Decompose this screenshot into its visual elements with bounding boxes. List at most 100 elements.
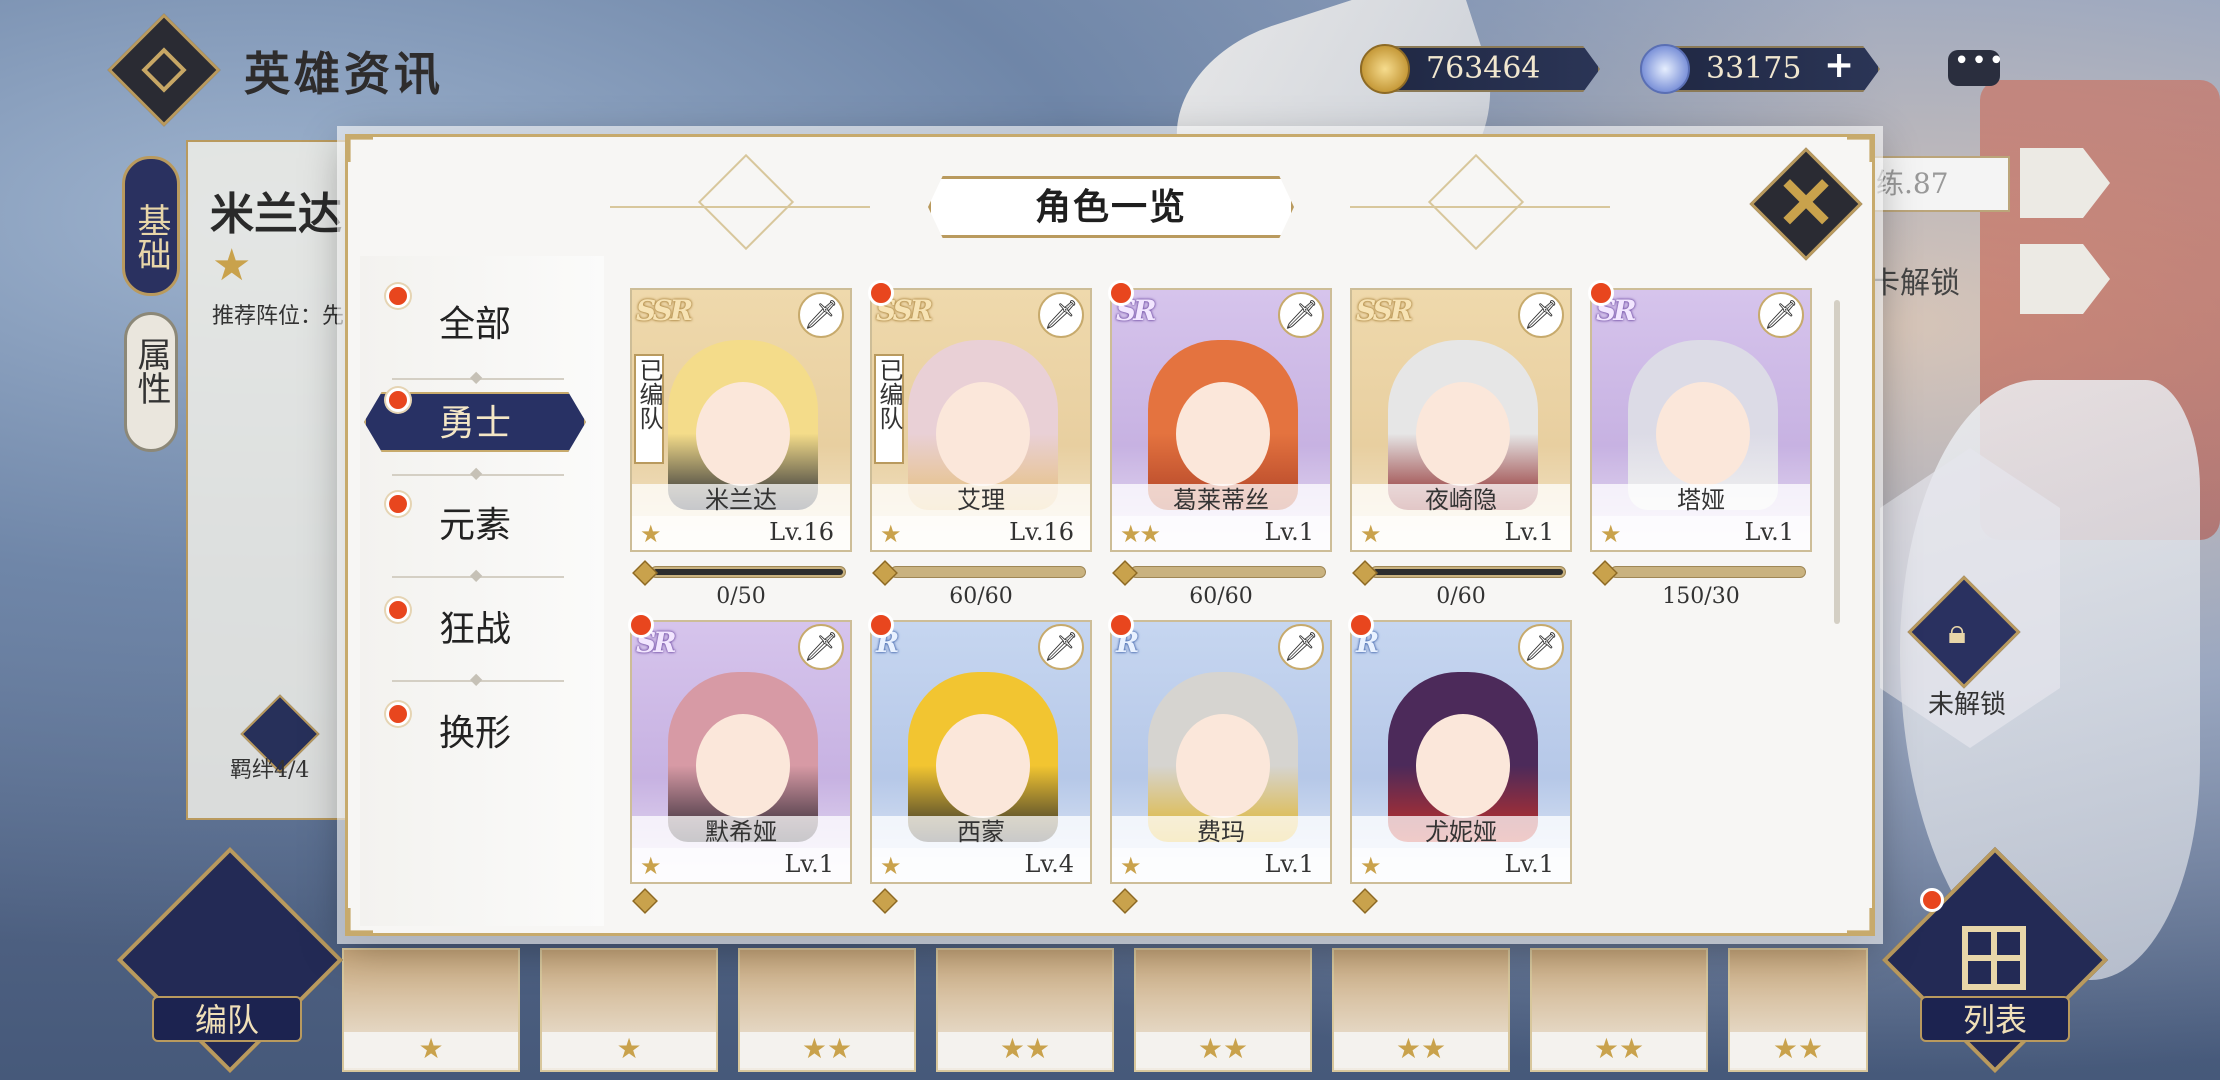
- progress-track: [1370, 566, 1566, 578]
- shard-progress-bar: [632, 560, 850, 586]
- hero-card[interactable]: SR 🗡︎ 葛莱蒂丝 ★★ Lv.1: [1110, 288, 1332, 552]
- hero-name-label: 艾理: [872, 484, 1090, 516]
- hero-field: 练.87: [1860, 156, 2010, 212]
- shard-progress-bar: [872, 560, 1090, 586]
- star-rating: ★: [640, 520, 661, 548]
- unlock-label: 卡解锁: [1870, 266, 1960, 301]
- scrollbar[interactable]: [1834, 300, 1840, 624]
- hero-level: Lv.1: [1504, 850, 1554, 878]
- progress-track: [1130, 566, 1326, 578]
- hero-face: [1416, 714, 1510, 818]
- filter-divider: [392, 565, 564, 584]
- close-icon[interactable]: ✕: [1770, 158, 1842, 248]
- hero-level: Lv.16: [1009, 518, 1074, 546]
- add-gems-button[interactable]: +: [1824, 44, 1854, 86]
- hero-level: Lv.1: [1264, 518, 1314, 546]
- hero-strip-card[interactable]: ★★: [1134, 948, 1312, 1072]
- hero-face: [1176, 714, 1270, 818]
- hero-name: 米兰达: [210, 189, 342, 240]
- notification-dot: [386, 598, 410, 622]
- shard-count: 150/30: [1662, 584, 1740, 609]
- hero-strip-card[interactable]: ★: [540, 948, 718, 1072]
- chat-icon[interactable]: [1948, 46, 2006, 86]
- hero-level-bar: ★ Lv.4: [872, 848, 1090, 882]
- hero-face: [1656, 382, 1750, 486]
- hero-level: Lv.4: [1024, 850, 1074, 878]
- hero-level: Lv.1: [1744, 518, 1794, 546]
- progress-track: [650, 566, 846, 578]
- team-button-label[interactable]: 编队: [152, 996, 302, 1042]
- in-team-tag: 已编队: [634, 354, 664, 464]
- page-title: 英雄资讯: [244, 47, 444, 101]
- bond-counter: 羁绊4/4: [230, 758, 310, 783]
- hero-card[interactable]: SR 🗡︎ 默希娅 ★ Lv.1: [630, 620, 852, 884]
- filter-sidebar: [360, 256, 604, 926]
- hero-name-label: 费玛: [1112, 816, 1330, 848]
- star-rating: ★: [1360, 520, 1381, 548]
- hero-card[interactable]: SSR 🗡︎ 已编队 艾理 ★ Lv.16: [870, 288, 1092, 552]
- hero-face: [1176, 382, 1270, 486]
- lock-icon: 🔒︎: [1948, 612, 1967, 652]
- hero-card[interactable]: SSR 🗡︎ 已编队 米兰达 ★ Lv.16: [630, 288, 852, 552]
- star-rating: ★: [1120, 852, 1141, 880]
- filter-divider: [392, 367, 564, 386]
- hero-level: Lv.16: [769, 518, 834, 546]
- list-button-label[interactable]: 列表: [1920, 996, 2070, 1042]
- hero-level-bar: ★ Lv.1: [1352, 516, 1570, 550]
- shard-progress-bar: [1112, 560, 1330, 586]
- modal-title: 角色一览: [928, 176, 1294, 238]
- hero-level-bar: ★ Lv.1: [1112, 848, 1330, 882]
- star-rating: ★: [1600, 520, 1621, 548]
- shard-count: 60/60: [1189, 584, 1253, 609]
- sword-class-icon: 🗡︎: [1758, 292, 1804, 338]
- notification-dot: [386, 702, 410, 726]
- hero-strip-card[interactable]: ★★: [936, 948, 1114, 1072]
- tab-basic[interactable]: 基础: [122, 156, 180, 296]
- star-rating: ★: [880, 852, 901, 880]
- progress-track: [1610, 566, 1806, 578]
- hero-card[interactable]: SSR 🗡︎ 夜崎隐 ★ Lv.1: [1350, 288, 1572, 552]
- star-rating: ★: [640, 852, 661, 880]
- gold-coin-icon: [1360, 44, 1410, 94]
- hero-name-label: 米兰达: [632, 484, 850, 516]
- gem-icon: [1640, 44, 1690, 94]
- hero-card[interactable]: R 🗡︎ 尤妮娅 ★ Lv.1: [1350, 620, 1572, 884]
- in-team-tag: 已编队: [874, 354, 904, 464]
- hero-face: [1416, 382, 1510, 486]
- hero-strip-card[interactable]: ★★: [738, 948, 916, 1072]
- hero-name-label: 塔娅: [1592, 484, 1810, 516]
- hero-card[interactable]: R 🗡︎ 西蒙 ★ Lv.4: [870, 620, 1092, 884]
- hero-level-bar: ★ Lv.16: [872, 516, 1090, 550]
- hero-level: Lv.1: [1504, 518, 1554, 546]
- hero-star-icon: ★: [212, 240, 252, 291]
- notification-dot: [1920, 888, 1944, 912]
- notification-dot: [868, 612, 894, 638]
- hero-level-bar: ★ Lv.1: [1352, 848, 1570, 882]
- hero-face: [936, 714, 1030, 818]
- hero-name-label: 默希娅: [632, 816, 850, 848]
- shard-progress-bar: [1352, 560, 1570, 586]
- notification-dot: [1108, 280, 1134, 306]
- progress-track: [890, 566, 1086, 578]
- hero-strip-card[interactable]: ★★: [1530, 948, 1708, 1072]
- notification-dot: [1108, 612, 1134, 638]
- sword-class-icon: 🗡︎: [1278, 624, 1324, 670]
- hero-card[interactable]: SR 🗡︎ 塔娅 ★ Lv.1: [1590, 288, 1812, 552]
- sword-class-icon: 🗡︎: [1518, 292, 1564, 338]
- hero-strip-card[interactable]: ★: [342, 948, 520, 1072]
- hero-level-bar: ★ Lv.1: [1592, 516, 1810, 550]
- notification-dot: [628, 612, 654, 638]
- notification-dot: [386, 388, 410, 412]
- sword-class-icon: 🗡︎: [1518, 624, 1564, 670]
- tab-attributes[interactable]: 属性: [124, 312, 178, 452]
- hero-card[interactable]: R 🗡︎ 费玛 ★ Lv.1: [1110, 620, 1332, 884]
- hero-strip-card[interactable]: ★★: [1332, 948, 1510, 1072]
- shard-progress-bar: [1592, 560, 1810, 586]
- hero-name-label: 西蒙: [872, 816, 1090, 848]
- shard-count: 60/60: [949, 584, 1013, 609]
- sword-class-icon: 🗡︎: [1278, 292, 1324, 338]
- hero-face: [696, 714, 790, 818]
- shard-count: 0/50: [716, 584, 766, 609]
- sword-class-icon: 🗡︎: [1038, 292, 1084, 338]
- hero-strip-card[interactable]: ★★: [1728, 948, 1868, 1072]
